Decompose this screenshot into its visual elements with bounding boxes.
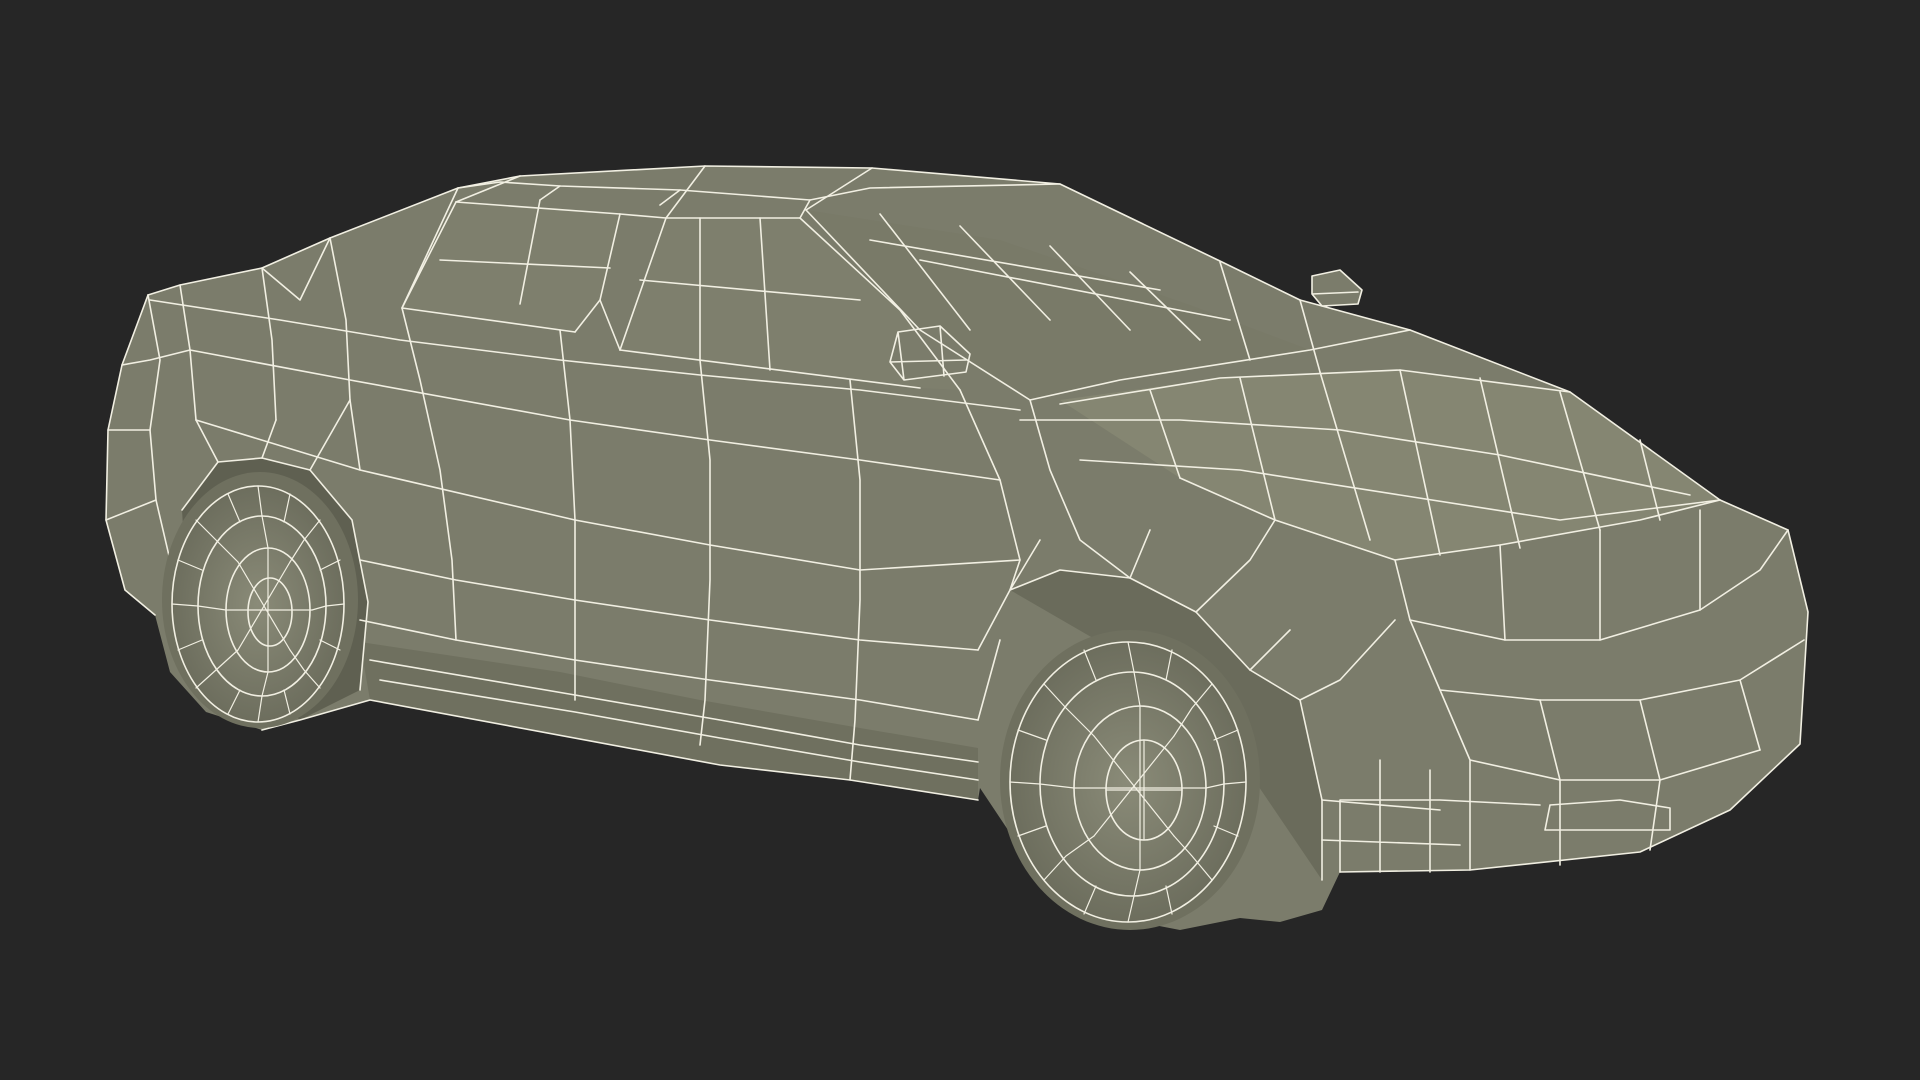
front-wheel <box>1000 630 1260 930</box>
side-mirror-right <box>1311 269 1363 307</box>
render-viewport <box>0 0 1920 1080</box>
car-wireframe-render <box>105 165 1809 930</box>
rear-wheel <box>162 472 358 728</box>
